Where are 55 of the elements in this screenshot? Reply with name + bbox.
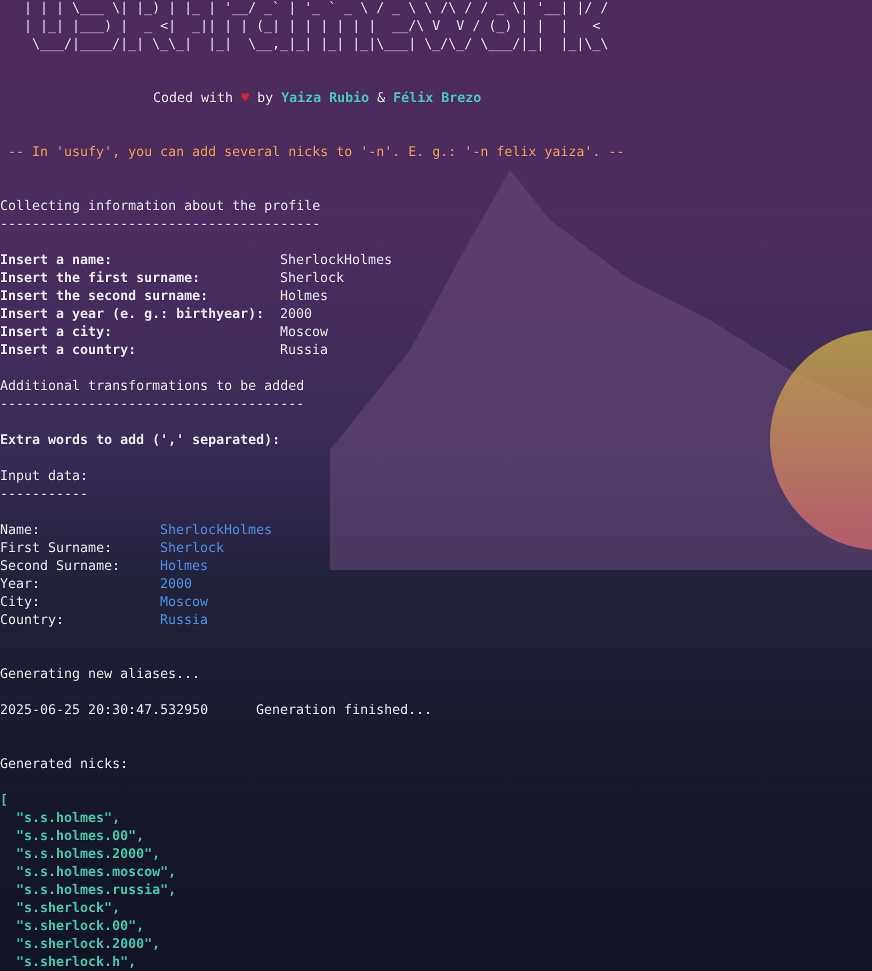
data-value: Russia <box>160 612 208 630</box>
data-value: Holmes <box>160 558 208 576</box>
author-name: Yaiza Rubio <box>281 90 370 108</box>
heart-glyph: ♥ <box>241 90 250 108</box>
data-value: SherlockHolmes <box>160 522 272 540</box>
ascii-banner-line: | | | \___ \| |_) | |_ | '__/ _` | '_ ` _ \ / _ \ \ /\ / / _ \| '__| |/ / <box>23 0 608 18</box>
section-title: Generated nicks: <box>0 756 128 774</box>
prompt-label: Insert a country: <box>0 342 138 360</box>
prompt-label: Insert the first surname: <box>0 270 202 288</box>
prompt-value: Russia <box>280 342 328 360</box>
section-rule: ---------------------------------------- <box>0 216 320 234</box>
bracket-text: [ <box>0 792 8 810</box>
data-label: Second Surname: <box>0 558 122 576</box>
status-text: Generating new aliases... <box>0 666 200 684</box>
data-value: 2000 <box>160 576 192 594</box>
nick-item: "s.sherlock.2000", <box>16 936 160 954</box>
credit-text: by <box>257 90 274 108</box>
data-label: Name: <box>0 522 42 540</box>
ascii-banner-line: \___/|____/|_| \_\_| |_| \__,_|_| |_| |_|\___| \_/\_/ \___/|_| |_|\_\ <box>31 36 608 54</box>
data-label: Year: <box>0 576 42 594</box>
nick-item: "s.sherlock.h", <box>16 954 136 971</box>
section-rule: ----------- <box>0 486 88 504</box>
credit-text: Coded with <box>153 90 234 108</box>
section-title: Additional transformations to be added <box>0 378 304 396</box>
nick-item: "s.s.holmes.2000", <box>16 846 160 864</box>
prompt-label: Insert a year (e. g.: birthyear): <box>0 306 266 324</box>
prompt-label: Extra words to add (',' separated): <box>0 432 280 450</box>
nick-item: "s.s.holmes.00", <box>16 828 144 846</box>
nick-item: "s.sherlock.00", <box>16 918 144 936</box>
prompt-value: Sherlock <box>280 270 344 288</box>
data-value: Moscow <box>160 594 208 612</box>
prompt-label: Insert the second surname: <box>0 288 210 306</box>
prompt-value: Holmes <box>280 288 328 306</box>
data-value: Sherlock <box>160 540 224 558</box>
prompt-label: Insert a name: <box>0 252 114 270</box>
prompt-value: Moscow <box>280 324 328 342</box>
section-rule: -------------------------------------- <box>0 396 304 414</box>
data-label: First Surname: <box>0 540 114 558</box>
nick-item: "s.s.holmes", <box>16 810 120 828</box>
nick-item: "s.sherlock", <box>16 900 120 918</box>
section-title: Input data: <box>0 468 88 486</box>
prompt-value: 2000 <box>280 306 312 324</box>
log-message: Generation finished... <box>256 702 432 720</box>
section-title: Collecting information about the profile <box>0 198 320 216</box>
log-timestamp: 2025-06-25 20:30:47.532950 <box>0 702 210 720</box>
tip-text: -- In 'usufy', you can add several nicks to '-n'. E. g.: '-n felix yaiza'. -- <box>7 144 624 162</box>
nick-item: "s.s.holmes.russia", <box>16 882 176 900</box>
prompt-label: Insert a city: <box>0 324 114 342</box>
credit-text: & <box>377 90 386 108</box>
prompt-value: SherlockHolmes <box>280 252 392 270</box>
ascii-banner-line: | |_| |___) | _ <| _|| | | (_| | | | | | | __/\ V V / (_) | | | < <box>23 18 600 36</box>
data-label: Country: <box>0 612 66 630</box>
nick-item: "s.s.holmes.moscow", <box>16 864 176 882</box>
data-label: City: <box>0 594 42 612</box>
author-name: Félix Brezo <box>393 90 482 108</box>
